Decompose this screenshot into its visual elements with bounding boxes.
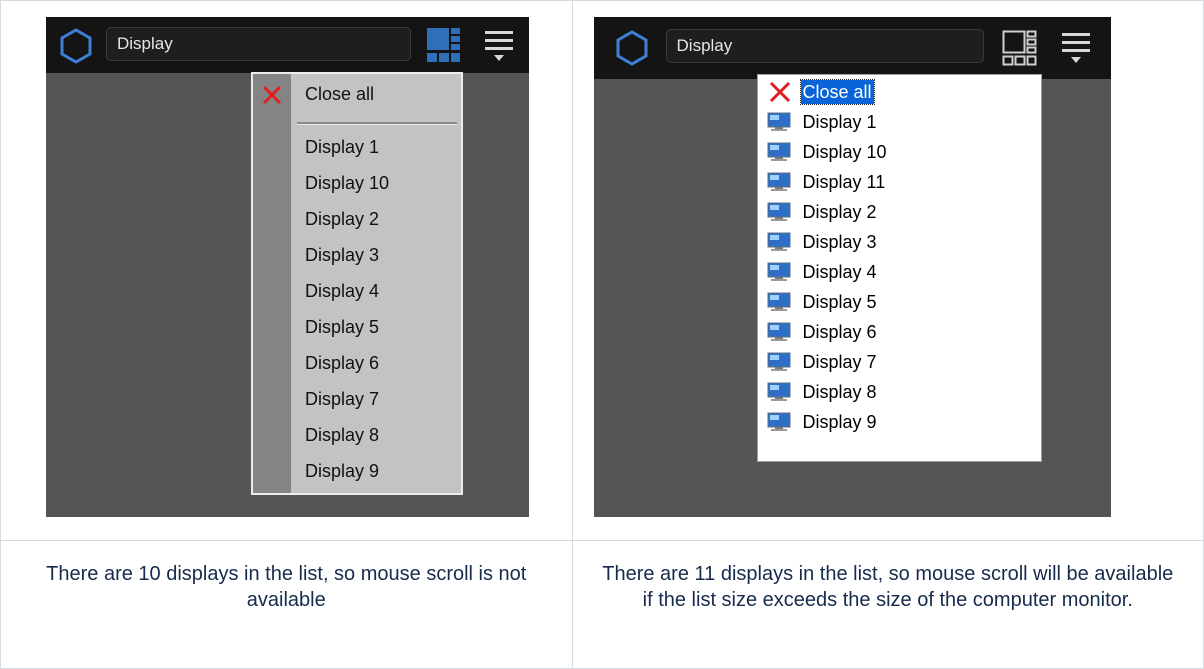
display-item[interactable]: Display 3: [758, 227, 1041, 257]
comparison-table: Display Close all Display 1 Display 10 D…: [0, 0, 1204, 669]
search-input[interactable]: Display: [665, 29, 984, 63]
monitor-icon: [767, 112, 791, 131]
hamburger-menu-icon[interactable]: [1061, 31, 1091, 67]
display-item-label: Display 7: [305, 389, 380, 409]
display-item-label: Display 10: [802, 142, 887, 162]
display-item-label: Display 4: [802, 262, 877, 282]
display-item[interactable]: Display 1: [253, 129, 461, 165]
display-item-label: Display 3: [802, 232, 877, 252]
right-screenshot-cell: Display Close all Display 1 Display 10 D…: [571, 0, 1204, 541]
display-item-label: Display 5: [305, 317, 380, 337]
monitor-icon: [767, 322, 791, 341]
left-caption-cell: There are 10 displays in the list, so mo…: [0, 540, 573, 669]
hexagon-logo-icon[interactable]: [614, 29, 650, 67]
display-item-label: Display 6: [802, 322, 877, 342]
search-input[interactable]: Display: [106, 27, 411, 61]
display-item[interactable]: Display 1: [758, 107, 1041, 137]
display-item[interactable]: Display 9: [758, 407, 1041, 437]
display-item-label: Display 9: [802, 412, 877, 432]
hamburger-menu-icon[interactable]: [484, 29, 514, 65]
display-item-label: Display 9: [305, 461, 380, 481]
display-item-label: Display 2: [305, 209, 380, 229]
display-item[interactable]: Display 8: [758, 377, 1041, 407]
hexagon-logo-icon[interactable]: [58, 27, 94, 65]
right-caption: There are 11 displays in the list, so mo…: [602, 563, 1174, 611]
display-item[interactable]: Display 4: [253, 273, 461, 309]
display-item[interactable]: Display 11: [758, 167, 1041, 197]
layout-grid-icon[interactable]: [426, 26, 462, 64]
display-item[interactable]: Display 5: [253, 309, 461, 345]
display-item-label: Display 1: [305, 137, 380, 157]
monitor-icon: [767, 352, 791, 371]
display-item-label: Display 2: [802, 202, 877, 222]
display-item-label: Display 3: [305, 245, 380, 265]
right-caption-cell: There are 11 displays in the list, so mo…: [571, 540, 1204, 669]
close-all-label: Close all: [799, 79, 875, 105]
close-all-item[interactable]: Close all: [253, 76, 461, 112]
display-item[interactable]: Display 2: [253, 201, 461, 237]
display-item-label: Display 6: [305, 353, 380, 373]
display-item[interactable]: Display 6: [253, 345, 461, 381]
display-item[interactable]: Display 10: [253, 165, 461, 201]
monitor-icon: [767, 232, 791, 251]
left-top-bar: Display: [46, 17, 529, 73]
display-item[interactable]: Display 4: [758, 257, 1041, 287]
monitor-icon: [767, 412, 791, 431]
display-item-label: Display 5: [802, 292, 877, 312]
display-item-label: Display 11: [802, 172, 886, 192]
monitor-icon: [767, 142, 791, 161]
monitor-icon: [767, 292, 791, 311]
display-item[interactable]: Display 5: [758, 287, 1041, 317]
close-all-item[interactable]: Close all: [758, 77, 1041, 107]
left-caption: There are 10 displays in the list, so mo…: [46, 563, 527, 611]
monitor-icon: [767, 382, 791, 401]
monitor-icon: [767, 262, 791, 281]
display-item-label: Display 8: [802, 382, 877, 402]
close-x-icon: [769, 81, 790, 103]
display-item[interactable]: Display 8: [253, 417, 461, 453]
display-item-label: Display 8: [305, 425, 380, 445]
display-item-label: Display 4: [305, 281, 380, 301]
right-display-dropdown: Close all Display 1 Display 10 Display 1…: [756, 74, 1042, 462]
display-item[interactable]: Display 3: [253, 237, 461, 273]
left-screenshot-cell: Display Close all Display 1 Display 10 D…: [0, 0, 573, 541]
display-item-label: Display 1: [802, 112, 877, 132]
monitor-icon: [767, 202, 791, 221]
display-item[interactable]: Display 10: [758, 137, 1041, 167]
display-item-label: Display 7: [802, 352, 877, 372]
left-display-dropdown: Close all Display 1 Display 10 Display 2…: [251, 72, 463, 495]
close-all-label: Close all: [305, 84, 375, 104]
monitor-icon: [767, 172, 791, 191]
menu-separator: [297, 122, 457, 125]
display-item-label: Display 10: [305, 173, 390, 193]
right-app-screen: Display Close all Display 1 Display 10 D…: [593, 17, 1111, 517]
display-item[interactable]: Display 6: [758, 317, 1041, 347]
display-item[interactable]: Display 2: [758, 197, 1041, 227]
display-item[interactable]: Display 9: [253, 453, 461, 489]
close-x-icon: [262, 85, 282, 105]
right-top-bar: Display: [593, 17, 1111, 79]
left-app-screen: Display Close all Display 1 Display 10 D…: [46, 17, 529, 517]
display-item[interactable]: Display 7: [758, 347, 1041, 377]
display-item[interactable]: Display 7: [253, 381, 461, 417]
layout-grid-icon[interactable]: [1002, 29, 1038, 67]
